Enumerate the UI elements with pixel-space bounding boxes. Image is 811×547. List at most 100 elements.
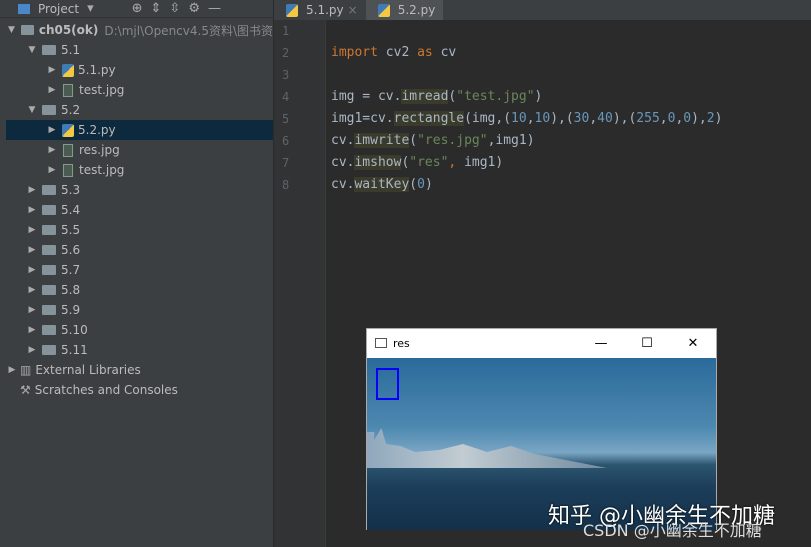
folder-icon xyxy=(42,305,56,315)
code-token: 0 xyxy=(683,111,692,126)
folder-icon xyxy=(42,325,56,335)
tab-5-1[interactable]: 5.1.py × xyxy=(274,0,366,20)
close-button[interactable]: ✕ xyxy=(670,336,716,351)
code-line[interactable]: cv.imshow("res", img1) xyxy=(331,155,503,170)
folder-icon xyxy=(42,245,56,255)
tree-item[interactable]: ▼ 5.1 xyxy=(6,40,273,60)
project-panel: Project ▾ ⊕ ⇕ ⇳ ⚙ — ▼ ch05(ok) D:\mjl\Open… xyxy=(0,0,274,547)
chevron-right-icon[interactable]: ▶ xyxy=(26,225,38,235)
code-token: 2 xyxy=(706,111,715,126)
tree-item[interactable]: ▶ res.jpg xyxy=(6,140,273,160)
tree-item[interactable]: ▶ 5.7 xyxy=(6,260,273,280)
window-title: res xyxy=(393,336,410,350)
chevron-down-icon[interactable]: ▼ xyxy=(26,45,38,55)
tree-item[interactable]: ▶ ▥ External Libraries xyxy=(6,360,273,380)
chevron-right-icon[interactable]: ▶ xyxy=(26,345,38,355)
line-number: 3 xyxy=(282,68,290,82)
tree-item-label: 5.4 xyxy=(61,203,81,217)
minimize-icon[interactable]: — xyxy=(208,1,221,16)
chevron-right-icon[interactable]: ▶ xyxy=(46,125,58,135)
tree-item[interactable]: ▶ test.jpg xyxy=(6,160,273,180)
gear-icon[interactable]: ⚙ xyxy=(188,1,200,16)
tree-item[interactable]: ▶ test.jpg xyxy=(6,80,273,100)
code-line[interactable]: img = cv.imread("test.jpg") xyxy=(331,89,542,104)
tree-item-label: 5.9 xyxy=(61,303,81,317)
tree-item[interactable]: ▼ ch05(ok) D:\mjl\Opencv4.5资料\图书资 xyxy=(6,20,273,40)
code-token: imwrite xyxy=(354,133,410,148)
line-number: 2 xyxy=(282,46,290,60)
locate-icon[interactable]: ⊕ xyxy=(132,1,143,16)
image-file-icon xyxy=(63,143,73,157)
tree-item[interactable]: ▶ 5.8 xyxy=(6,280,273,300)
code-token: img1) xyxy=(464,155,504,170)
chevron-right-icon[interactable]: ▶ xyxy=(26,305,38,315)
tree-item[interactable]: ▼ 5.2 xyxy=(6,100,273,120)
code-token: 10 xyxy=(534,111,551,126)
code-token: as xyxy=(417,45,433,60)
tab-5-2[interactable]: 5.2.py xyxy=(365,0,444,20)
line-number: 1 xyxy=(282,24,290,38)
code-token: 10 xyxy=(511,111,527,126)
tree-item-label: 5.11 xyxy=(61,343,88,357)
tree-item-path: D:\mjl\Opencv4.5资料\图书资 xyxy=(104,23,273,38)
chevron-right-icon[interactable]: ▶ xyxy=(26,285,38,295)
code-token: ), xyxy=(691,111,707,126)
maximize-button[interactable]: ☐ xyxy=(624,336,670,351)
close-icon[interactable]: × xyxy=(348,3,358,17)
app-icon xyxy=(375,338,387,348)
code-token: 0 xyxy=(417,177,425,192)
code-token: ),( xyxy=(612,111,637,126)
tree-item[interactable]: ⚒ Scratches and Consoles xyxy=(6,380,273,400)
tree-item[interactable]: ▶ 5.2.py xyxy=(6,120,273,140)
code-token: import xyxy=(331,45,378,60)
image-window-titlebar[interactable]: res — ☐ ✕ xyxy=(367,329,716,357)
tree-item-label: External Libraries xyxy=(35,363,141,377)
tree-item[interactable]: ▶ 5.4 xyxy=(6,200,273,220)
chevron-right-icon[interactable]: ▶ xyxy=(46,165,58,175)
chevron-right-icon[interactable]: ▶ xyxy=(46,65,58,75)
folder-icon xyxy=(42,45,56,55)
folder-icon xyxy=(42,225,56,235)
minimize-button[interactable]: — xyxy=(578,336,624,351)
tree-item[interactable]: ▶ 5.5 xyxy=(6,220,273,240)
tree-item-label: 5.6 xyxy=(61,243,81,257)
chevron-down-icon[interactable]: ▼ xyxy=(26,105,38,115)
folder-icon xyxy=(42,265,56,275)
code-token: ,img1) xyxy=(487,133,535,148)
code-line[interactable]: cv.waitKey(0) xyxy=(331,177,433,192)
code-token: ( xyxy=(409,177,418,192)
collapse-all-icon[interactable]: ⇳ xyxy=(169,1,180,16)
tree-item-label: ch05(ok) xyxy=(38,23,99,37)
tree-item-label: 5.7 xyxy=(61,263,81,277)
line-gutter: 1 2 3 4 5 6 7 8 xyxy=(274,20,326,547)
code-line[interactable]: img1=cv.rectangle(img,(10,10),(30,40),(2… xyxy=(331,111,722,126)
tree-item[interactable]: ▶ 5.1.py xyxy=(6,60,273,80)
chevron-right-icon[interactable]: ▶ xyxy=(26,325,38,335)
code-token: cv xyxy=(432,45,457,60)
code-token: , xyxy=(659,111,668,126)
code-token: 30 xyxy=(573,111,590,126)
code-line[interactable]: import cv2 as cv xyxy=(331,45,456,60)
chevron-down-icon[interactable]: ▾ xyxy=(87,1,94,16)
chevron-right-icon[interactable]: ▶ xyxy=(6,365,18,375)
code-line[interactable]: cv.imwrite("res.jpg",img1) xyxy=(331,133,535,148)
tree-item[interactable]: ▶ 5.11 xyxy=(6,340,273,360)
tree-item[interactable]: ▶ 5.10 xyxy=(6,320,273,340)
tree-item[interactable]: ▶ 5.9 xyxy=(6,300,273,320)
chevron-down-icon[interactable]: ▼ xyxy=(6,25,17,35)
chevron-right-icon[interactable]: ▶ xyxy=(26,245,38,255)
tree-item-label: 5.10 xyxy=(61,323,88,337)
chevron-right-icon[interactable]: ▶ xyxy=(46,85,58,95)
chevron-right-icon[interactable]: ▶ xyxy=(26,185,38,195)
code-token: rectangle xyxy=(393,111,465,126)
code-token: "test.jpg" xyxy=(456,89,535,104)
chevron-right-icon[interactable]: ▶ xyxy=(26,265,38,275)
project-title[interactable]: Project xyxy=(38,2,79,16)
chevron-right-icon[interactable]: ▶ xyxy=(46,145,58,155)
chevron-right-icon[interactable]: ▶ xyxy=(26,205,38,215)
expand-all-icon[interactable]: ⇕ xyxy=(151,1,162,16)
tree-item[interactable]: ▶ 5.6 xyxy=(6,240,273,260)
tree-item[interactable]: ▶ 5.3 xyxy=(6,180,273,200)
project-icon xyxy=(18,3,30,14)
code-token: cv. xyxy=(331,177,355,192)
